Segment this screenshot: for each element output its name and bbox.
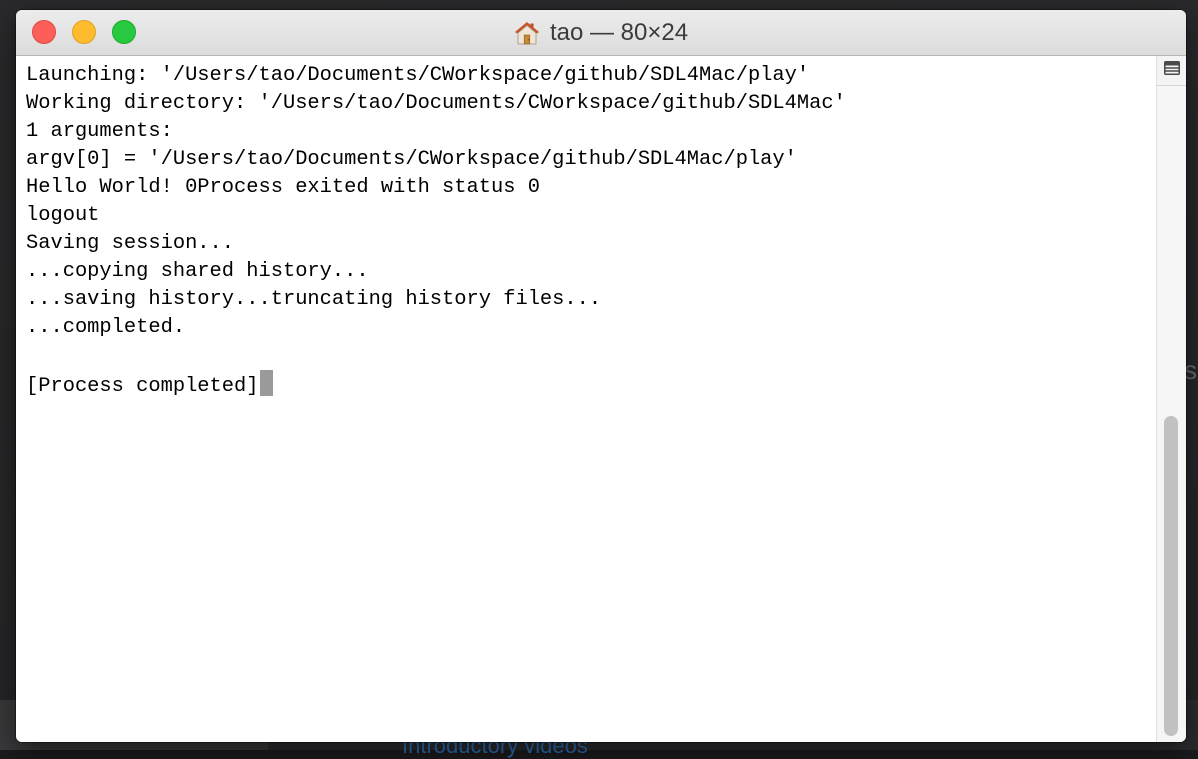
terminal-output: Launching: '/Users/tao/Documents/CWorksp… xyxy=(26,62,846,398)
window-title: tao — 80×24 xyxy=(549,18,689,46)
zoom-button[interactable] xyxy=(112,20,136,44)
title-bar[interactable]: tao — 80×24 xyxy=(16,10,1186,56)
window-title-area: tao — 80×24 xyxy=(16,10,1186,55)
split-pane-button[interactable] xyxy=(1156,56,1186,86)
terminal-line: Launching: '/Users/tao/Documents/CWorksp… xyxy=(26,64,810,87)
text-cursor xyxy=(259,370,273,396)
window-title-group: tao — 80×24 xyxy=(514,19,688,47)
terminal-line: 1 arguments: xyxy=(26,120,173,143)
terminal-line: argv[0] = '/Users/tao/Documents/CWorkspa… xyxy=(26,148,797,171)
terminal-line: ...completed. xyxy=(26,316,186,339)
terminal-line: Working directory: '/Users/tao/Documents… xyxy=(26,92,846,115)
terminal-content[interactable]: Launching: '/Users/tao/Documents/CWorksp… xyxy=(16,56,1156,742)
close-button[interactable] xyxy=(32,20,56,44)
terminal-line: ...copying shared history... xyxy=(26,260,369,283)
terminal-line: Hello World! 0Process exited with status… xyxy=(26,176,540,199)
process-completed-text: [Process completed] xyxy=(26,375,259,398)
terminal-line: Saving session... xyxy=(26,232,235,255)
minimize-button[interactable] xyxy=(72,20,96,44)
terminal-line: ...saving history...truncating history f… xyxy=(26,288,602,311)
home-icon xyxy=(514,20,540,46)
terminal-line: logout xyxy=(26,204,100,227)
split-pane-icon xyxy=(1163,61,1180,80)
terminal-window: tao — 80×24 Launching: '/Users/tao/Docum… xyxy=(16,10,1186,742)
terminal-prompt-line: [Process completed] xyxy=(26,370,846,398)
scrollbar-thumb[interactable] xyxy=(1164,416,1178,736)
